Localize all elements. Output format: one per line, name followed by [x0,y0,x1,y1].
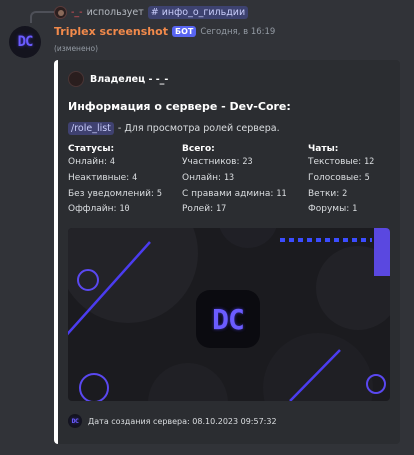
field-label: Участников: [182,157,240,167]
field-line: Неактивные: 4 [68,171,162,187]
field-label: Форумы: [308,204,350,215]
field-line: Онлайн: 13 [182,171,287,187]
field-line: С правами админа: 11 [182,187,287,203]
dev-core-logo-icon: DC [212,302,245,336]
field-line: Онлайн: 4 [68,155,162,171]
field-line: Ролей: 17 [182,202,287,218]
bot-avatar[interactable]: DC [9,26,41,58]
field-value: 11 [276,188,287,199]
slash-command-pill[interactable]: # инфо_о_гильдии [147,5,249,19]
field-totals: Всего: Участников: 23 Онлайн: 13 С права… [182,144,287,218]
embed-description: /role_list - Для просмотра ролей сервера… [68,122,280,135]
field-line: Текстовые: 12 [308,155,374,171]
embed-footer: DC Дата создания сервера: 08.10.2023 09:… [68,414,277,428]
role-list-command[interactable]: /role_list [68,122,114,135]
field-label: Ветки: [308,188,340,199]
field-value: 5 [364,172,370,183]
field-channels: Чаты: Текстовые: 12 Голосовые: 5 Ветки: … [308,144,374,218]
field-label: Голосовые: [308,172,362,183]
field-line: Оффлайн: 10 [68,202,162,218]
field-value: 2 [342,188,348,199]
server-info-embed: Владелец - -_- Информация о сервере - De… [54,60,400,444]
field-line: Форумы: 1 [308,202,374,218]
dev-core-logo-tile: DC [196,290,260,348]
field-label: Без уведомлений: [68,188,154,199]
field-label: С правами админа: [182,188,274,199]
owner-avatar [68,71,84,87]
author-name[interactable]: Triplex screenshot [54,25,168,38]
reply-username[interactable]: -_- [71,7,83,18]
field-line: Ветки: 2 [308,187,374,203]
footer-text: Дата создания сервера: 08.10.2023 09:57:… [88,416,277,426]
server-banner-image[interactable]: DC [68,228,390,401]
field-label: Неактивные: [68,172,130,183]
field-label: Ролей: [182,204,214,215]
field-line: Голосовые: 5 [308,171,374,187]
message-timestamp: Сегодня, в 16:19 [200,26,276,37]
embed-title: Информация о сервере - Dev-Core: [68,100,291,113]
field-value: 5 [156,188,162,199]
field-value: 4 [132,172,138,183]
field-name: Статусы: [68,144,115,154]
bot-tag: БОТ [171,26,197,37]
field-label: Онлайн: [182,172,222,183]
field-statuses: Статусы: Онлайн: 4 Неактивные: 4 Без уве… [68,144,162,218]
field-value: 17 [215,204,227,215]
reply-verb: использует [86,6,144,18]
field-line: Без уведомлений: 5 [68,187,162,203]
field-value: 1 [352,204,358,215]
field-label: Текстовые: [308,157,362,167]
field-name: Чаты: [308,144,339,154]
field-value: 23 [242,157,253,167]
field-value: 10 [119,204,130,215]
embed-description-text: - Для просмотра ролей сервера. [117,123,280,134]
field-line: Участников: 23 [182,155,287,171]
embed-author: Владелец - -_- [68,71,168,87]
field-value: 13 [223,172,235,183]
dev-core-logo-icon: DC [71,417,79,425]
field-label: Оффлайн: [68,204,117,215]
field-label: Онлайн: [68,157,108,167]
reply-connector [30,11,56,23]
field-value: 4 [109,157,116,167]
dev-core-logo-icon: DC [17,34,34,50]
footer-icon: DC [68,414,82,428]
reply-user-avatar[interactable] [54,5,67,19]
field-value: 12 [364,157,375,167]
message-header: Triplex screenshot БОТ Сегодня, в 16:19 [54,25,275,38]
field-name: Всего: [182,144,215,154]
embed-author-name: Владелец - -_- [90,73,169,85]
edited-label: (изменено) [54,44,98,53]
reply-context[interactable]: -_- использует # инфо_о_гильдии [54,4,249,20]
